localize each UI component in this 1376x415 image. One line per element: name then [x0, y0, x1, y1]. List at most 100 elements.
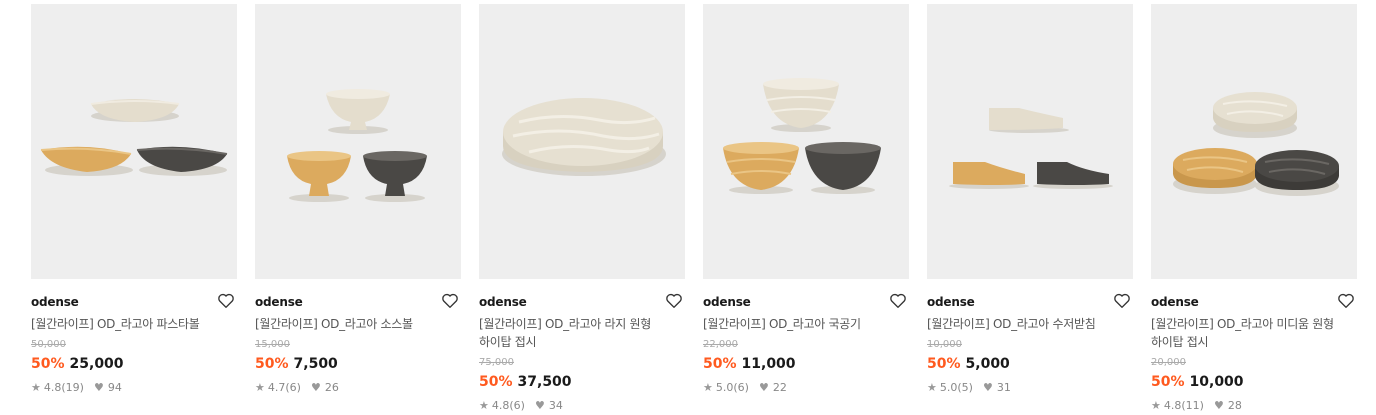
- product-title-line1[interactable]: [월간라이프] OD_라고아 파스타볼: [31, 315, 237, 333]
- price-line: 50% 5,000: [927, 355, 1133, 373]
- brand-name[interactable]: odense: [927, 294, 1133, 310]
- price-line: 50% 25,000: [31, 355, 237, 373]
- price-line: 50% 37,500: [479, 373, 685, 391]
- heart-filled-icon: ♥: [93, 381, 104, 394]
- original-price: 75,000: [479, 357, 514, 368]
- like-count: 31: [996, 381, 1011, 394]
- product-title[interactable]: [월간라이프] OD_라고아 파스타볼: [31, 315, 237, 333]
- product-image[interactable]: [1151, 4, 1357, 279]
- discount-rate: 50%: [255, 356, 289, 372]
- product-image[interactable]: [927, 4, 1133, 279]
- sale-price: 5,000: [965, 356, 1010, 372]
- discount-rate: 50%: [703, 356, 737, 372]
- heart-outline-icon[interactable]: [441, 292, 459, 310]
- heart-outline-icon[interactable]: [1113, 292, 1131, 310]
- like-count: 22: [772, 381, 787, 394]
- product-card[interactable]: odense [월간라이프] OD_라고아 국공기 22,000 50% 11,0…: [703, 4, 909, 413]
- star-icon: ★: [479, 399, 489, 412]
- review-count: (6): [733, 381, 749, 394]
- discount-rate: 50%: [927, 356, 961, 372]
- review-count: (19): [61, 381, 84, 394]
- original-price: 20,000: [1151, 357, 1186, 368]
- rating-value: 4.8: [491, 399, 510, 412]
- sale-price: 11,000: [741, 356, 796, 372]
- heart-filled-icon: ♥: [982, 381, 993, 394]
- product-title[interactable]: [월간라이프] OD_라고아 수저받침: [927, 315, 1133, 333]
- product-card[interactable]: odense [월간라이프] OD_라고아 미디움 원형 하이탑 접시 20,0…: [1151, 4, 1357, 413]
- product-title-line1[interactable]: [월간라이프] OD_라고아 소스볼: [255, 315, 461, 333]
- price-line: 50% 7,500: [255, 355, 461, 373]
- star-icon: ★: [927, 381, 937, 394]
- price-line: 50% 11,000: [703, 355, 909, 373]
- rating-value: 4.7: [267, 381, 286, 394]
- heart-filled-icon: ♥: [758, 381, 769, 394]
- product-title-line2[interactable]: 하이탑 접시: [1151, 333, 1357, 351]
- product-title[interactable]: [월간라이프] OD_라고아 소스볼: [255, 315, 461, 333]
- product-title[interactable]: [월간라이프] OD_라고아 국공기: [703, 315, 909, 333]
- sale-price: 7,500: [293, 356, 338, 372]
- heart-outline-icon[interactable]: [1337, 292, 1355, 310]
- brand-name[interactable]: odense: [703, 294, 909, 310]
- like-count: 34: [548, 399, 563, 412]
- discount-rate: 50%: [1151, 374, 1185, 390]
- heart-filled-icon: ♥: [534, 399, 545, 412]
- product-card[interactable]: odense [월간라이프] OD_라고아 라지 원형 하이탑 접시 75,00…: [479, 4, 685, 413]
- product-stats: ★ 4.8 (6) ♥ 34: [479, 399, 685, 413]
- heart-outline-icon[interactable]: [889, 292, 907, 310]
- heart-outline-icon[interactable]: [665, 292, 683, 310]
- rating-value: 4.8: [1163, 399, 1182, 412]
- brand-name[interactable]: odense: [255, 294, 461, 310]
- brand-name[interactable]: odense: [31, 294, 237, 310]
- product-title[interactable]: [월간라이프] OD_라고아 라지 원형 하이탑 접시: [479, 315, 685, 351]
- large-plate-image: [502, 98, 666, 176]
- product-image[interactable]: [31, 4, 237, 279]
- original-price: 22,000: [703, 339, 738, 350]
- product-image[interactable]: [255, 4, 461, 279]
- rating-value: 4.8: [43, 381, 62, 394]
- review-count: (11): [1181, 399, 1204, 412]
- product-title-line2[interactable]: 하이탑 접시: [479, 333, 685, 351]
- rating-value: 5.0: [715, 381, 734, 394]
- review-count: (6): [285, 381, 301, 394]
- star-icon: ★: [1151, 399, 1161, 412]
- product-title-line1[interactable]: [월간라이프] OD_라고아 수저받침: [927, 315, 1133, 333]
- discount-rate: 50%: [31, 356, 65, 372]
- star-icon: ★: [31, 381, 41, 394]
- price-line: 50% 10,000: [1151, 373, 1357, 391]
- product-stats: ★ 5.0 (6) ♥ 22: [703, 381, 909, 395]
- spoon-rest-image: [949, 108, 1113, 189]
- product-image[interactable]: [479, 4, 685, 279]
- sauce-bowl-image: [287, 89, 427, 202]
- rating-value: 5.0: [939, 381, 958, 394]
- review-count: (6): [509, 399, 525, 412]
- original-price: 10,000: [927, 339, 962, 350]
- original-price: 50,000: [31, 339, 66, 350]
- product-stats: ★ 4.8 (11) ♥ 28: [1151, 399, 1357, 413]
- product-stats: ★ 4.8 (19) ♥ 94: [31, 381, 237, 395]
- product-card[interactable]: odense [월간라이프] OD_라고아 수저받침 10,000 50% 5,0…: [927, 4, 1133, 413]
- brand-name[interactable]: odense: [1151, 294, 1357, 310]
- product-card[interactable]: odense [월간라이프] OD_라고아 소스볼 15,000 50% 7,50…: [255, 4, 461, 413]
- heart-filled-icon: ♥: [310, 381, 321, 394]
- heart-filled-icon: ♥: [1213, 399, 1224, 412]
- like-count: 28: [1227, 399, 1242, 412]
- brand-name[interactable]: odense: [479, 294, 685, 310]
- product-title-line1[interactable]: [월간라이프] OD_라고아 미디움 원형: [1151, 315, 1357, 333]
- sale-price: 37,500: [517, 374, 572, 390]
- original-price: 15,000: [255, 339, 290, 350]
- product-image[interactable]: [703, 4, 909, 279]
- discount-rate: 50%: [479, 374, 513, 390]
- product-title[interactable]: [월간라이프] OD_라고아 미디움 원형 하이탑 접시: [1151, 315, 1357, 351]
- star-icon: ★: [703, 381, 713, 394]
- like-count: 26: [324, 381, 339, 394]
- product-card[interactable]: odense [월간라이프] OD_라고아 파스타볼 50,000 50% 25,…: [31, 4, 237, 413]
- product-grid: odense [월간라이프] OD_라고아 파스타볼 50,000 50% 25,…: [31, 4, 1357, 413]
- like-count: 94: [107, 381, 122, 394]
- pasta-bowl-image: [40, 99, 228, 176]
- heart-outline-icon[interactable]: [217, 292, 235, 310]
- product-title-line1[interactable]: [월간라이프] OD_라고아 국공기: [703, 315, 909, 333]
- soup-bowl-image: [723, 78, 881, 194]
- product-stats: ★ 4.7 (6) ♥ 26: [255, 381, 461, 395]
- sale-price: 25,000: [69, 356, 124, 372]
- product-title-line1[interactable]: [월간라이프] OD_라고아 라지 원형: [479, 315, 685, 333]
